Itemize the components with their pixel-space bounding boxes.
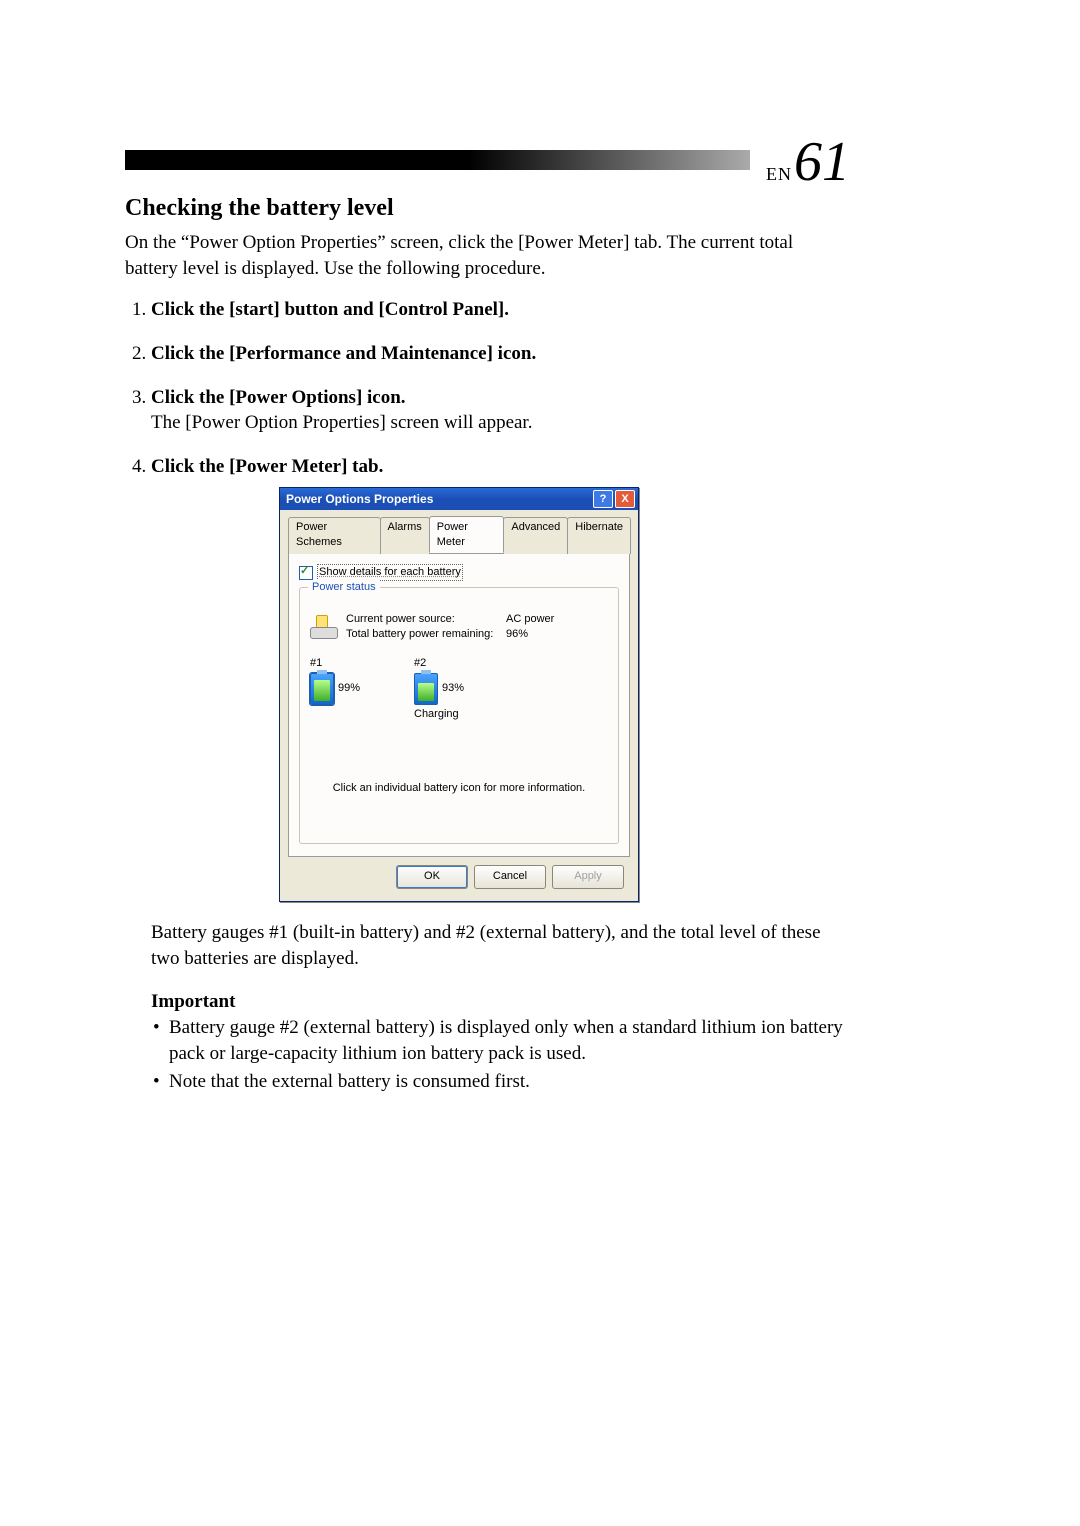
tab-power-schemes[interactable]: Power Schemes [288, 517, 381, 554]
page-content: Checking the battery level On the “Power… [125, 195, 850, 1096]
page-number-lang: EN [766, 164, 792, 184]
important-block: Important Battery gauge #2 (external bat… [151, 991, 850, 1094]
close-icon[interactable]: X [615, 490, 635, 508]
cancel-button[interactable]: Cancel [474, 865, 546, 889]
tab-panel-power-meter: Show details for each battery Power stat… [288, 554, 630, 857]
header-gradient-bar [125, 150, 750, 170]
battery-1-head: #1 [310, 656, 378, 671]
battery-hint: Click an individual battery icon for mor… [310, 721, 608, 796]
help-icon[interactable]: ? [593, 490, 613, 508]
step-3: Click the [Power Options] icon. The [Pow… [151, 385, 850, 436]
power-status-legend: Power status [308, 580, 380, 595]
step-1-heading: Click the [start] button and [Control Pa… [151, 299, 509, 320]
show-details-label: Show details for each battery [317, 564, 463, 581]
tab-hibernate[interactable]: Hibernate [567, 517, 631, 554]
tab-power-meter[interactable]: Power Meter [429, 516, 505, 553]
power-options-dialog: Power Options Properties ? X Power Schem… [279, 487, 639, 902]
battery-1: #1 99% [310, 656, 378, 722]
battery-2-percent: 93% [442, 681, 464, 696]
apply-button: Apply [552, 865, 624, 889]
important-bullet-2: Note that the external battery is consum… [169, 1069, 850, 1095]
step-3-heading: Click the [Power Options] icon. [151, 387, 406, 408]
page-number-value: 61 [794, 131, 850, 193]
tab-alarms[interactable]: Alarms [380, 517, 430, 554]
important-title: Important [151, 991, 850, 1013]
screenshot-wrap: Power Options Properties ? X Power Schem… [279, 487, 639, 902]
remaining-value: 96% [506, 627, 528, 642]
page-number: EN61 [766, 130, 850, 194]
remaining-label: Total battery power remaining: [346, 627, 506, 642]
dialog-body: Power Schemes Alarms Power Meter Advance… [280, 510, 638, 901]
power-status-summary: Current power source: AC power Total bat… [310, 612, 608, 642]
step-4-heading: Click the [Power Meter] tab. [151, 456, 383, 477]
step-1: Click the [start] button and [Control Pa… [151, 297, 850, 323]
power-status-group: Power status Current power source: AC po… [299, 587, 619, 844]
dialog-title: Power Options Properties [286, 491, 591, 507]
battery-2: #2 93% Charging [414, 656, 482, 722]
dialog-button-row: OK Cancel Apply [288, 857, 630, 891]
section-title: Checking the battery level [125, 195, 850, 222]
battery-2-head: #2 [414, 656, 482, 671]
dialog-titlebar[interactable]: Power Options Properties ? X [280, 488, 638, 510]
battery-icons-row: #1 99% #2 [310, 656, 608, 722]
current-source-value: AC power [506, 612, 554, 627]
after-dialog-paragraph: Battery gauges #1 (built-in battery) and… [151, 920, 850, 971]
step-3-note: The [Power Option Properties] screen wil… [151, 410, 850, 436]
current-source-label: Current power source: [346, 612, 506, 627]
intro-paragraph: On the “Power Option Properties” screen,… [125, 230, 850, 281]
important-bullets: Battery gauge #2 (external battery) is d… [151, 1015, 850, 1094]
tab-strip: Power Schemes Alarms Power Meter Advance… [288, 516, 630, 554]
battery-2-icon[interactable] [414, 673, 438, 705]
ac-plug-icon [310, 613, 338, 641]
procedure-steps: Click the [start] button and [Control Pa… [125, 297, 850, 902]
battery-1-icon[interactable] [310, 673, 334, 705]
important-bullet-1: Battery gauge #2 (external battery) is d… [169, 1015, 850, 1066]
show-details-row[interactable]: Show details for each battery [299, 564, 619, 581]
battery-1-percent: 99% [338, 681, 360, 696]
step-2: Click the [Performance and Maintenance] … [151, 341, 850, 367]
show-details-checkbox[interactable] [299, 566, 313, 580]
tab-advanced[interactable]: Advanced [503, 517, 568, 554]
power-status-labels: Current power source: AC power Total bat… [346, 612, 608, 642]
step-4: Click the [Power Meter] tab. Power Optio… [151, 454, 850, 902]
ok-button[interactable]: OK [396, 865, 468, 889]
step-2-heading: Click the [Performance and Maintenance] … [151, 343, 536, 364]
battery-2-status: Charging [414, 707, 482, 722]
